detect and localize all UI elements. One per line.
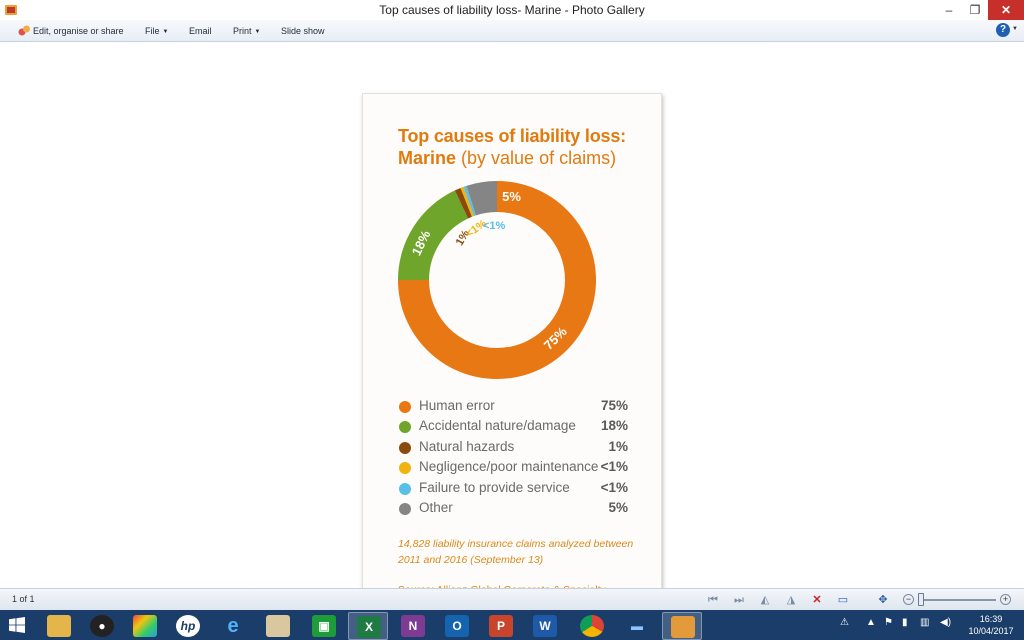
- legend-swatch: [399, 482, 411, 495]
- donut-chart: 75%18% 1%<1%<1%5%: [398, 181, 596, 379]
- file-explorer-icon[interactable]: [39, 612, 79, 640]
- legend-value: 5%: [608, 499, 628, 515]
- rotate-left-icon[interactable]: ◭: [757, 592, 773, 608]
- next-icon[interactable]: ⏭: [731, 592, 747, 608]
- control-bar: 1 of 1 ⏮ ⏭ ◭ ◮ ✕ ▭ ✥ − +: [0, 588, 1024, 610]
- legend-item-failure-to-provide-service: Failure to provide service <1%: [398, 478, 628, 498]
- zoom-slider-thumb[interactable]: [918, 593, 924, 606]
- clock-time: 16:39: [979, 614, 1003, 624]
- legend-label: Other: [419, 499, 453, 515]
- maximize-button[interactable]: ❐: [962, 0, 988, 20]
- legend-swatch: [399, 421, 411, 434]
- infographic-subtitle: Marine (by value of claims): [398, 148, 616, 169]
- legend-label: Accidental nature/damage: [419, 418, 576, 434]
- help-chevron-down-icon[interactable]: ▼: [1012, 26, 1018, 32]
- legend-label: Natural hazards: [419, 438, 515, 454]
- subtitle-rest: (by value of claims): [456, 148, 617, 168]
- email-menu[interactable]: Email: [189, 24, 212, 40]
- volume-icon[interactable]: ◀): [940, 617, 951, 628]
- print-menu-label: Print: [233, 26, 252, 36]
- legend-swatch: [399, 462, 411, 475]
- photo-viewer: Top causes of liability loss: Marine (by…: [0, 43, 1024, 621]
- chevron-down-icon: ▼: [162, 29, 169, 35]
- windows-logo-icon[interactable]: [9, 617, 25, 633]
- footnote: 14,828 liability insurance claims analyz…: [398, 538, 634, 566]
- legend-value: <1%: [600, 479, 628, 495]
- slideshow-icon[interactable]: ▭: [835, 592, 851, 608]
- chrome-icon[interactable]: [572, 612, 612, 640]
- scanner-icon[interactable]: ▬: [617, 612, 657, 640]
- edit-icon: [18, 25, 30, 36]
- zoom-slider-track[interactable]: [918, 599, 996, 601]
- infographic-image: Top causes of liability loss: Marine (by…: [362, 93, 662, 621]
- slice-label-failure-to-provide-service: <1%: [483, 220, 506, 232]
- webcam-icon[interactable]: ●: [82, 612, 122, 640]
- help-icon[interactable]: ?: [996, 23, 1010, 37]
- outlook-icon[interactable]: O: [437, 612, 477, 640]
- store-icon[interactable]: ▣: [304, 612, 344, 640]
- chart-legend: Human error 75% Accidental nature/damage 18…: [398, 396, 628, 518]
- network-icon[interactable]: ▥: [920, 617, 929, 628]
- legend-swatch: [399, 502, 411, 515]
- powerpoint-icon[interactable]: P: [481, 612, 521, 640]
- legend-value: 18%: [600, 418, 628, 434]
- hp-icon[interactable]: hp: [168, 612, 208, 640]
- flag-icon[interactable]: ⚑: [884, 617, 893, 628]
- onenote-icon[interactable]: N: [393, 612, 433, 640]
- legend-item-natural-hazards: Natural hazards 1%: [398, 437, 628, 457]
- slideshow-menu[interactable]: Slide show: [281, 24, 325, 40]
- actual-size-icon[interactable]: ✥: [875, 592, 891, 608]
- legend-swatch: [399, 401, 411, 413]
- delete-icon[interactable]: ✕: [809, 592, 825, 608]
- menu-bar: Edit, organise or share File ▼ Email Prin…: [0, 20, 1024, 42]
- rotate-right-icon[interactable]: ◮: [783, 592, 799, 608]
- legend-swatch: [399, 441, 411, 454]
- edit-label: Edit, organise or share: [33, 26, 124, 36]
- chevron-down-icon: ▼: [254, 29, 261, 35]
- taskbar: ● hp e ▣ X N O P W ▬ ⚠ ▲ ⚑ ▮ ▥ ◀) 16:39 …: [0, 610, 1024, 640]
- warning-icon[interactable]: ⚠: [840, 617, 849, 628]
- previous-icon[interactable]: ⏮: [705, 592, 721, 608]
- legend-value: 1%: [608, 438, 628, 454]
- battery-icon[interactable]: ▮: [902, 617, 908, 628]
- legend-item-accidental-nature-damage: Accidental nature/damage 18%: [398, 416, 628, 436]
- internet-explorer-icon[interactable]: e: [213, 612, 253, 640]
- zoom-out-button[interactable]: −: [903, 594, 914, 605]
- slice-label-other: 5%: [502, 189, 521, 204]
- tray-expand-icon[interactable]: ▲: [866, 617, 876, 628]
- print-menu[interactable]: Print ▼: [233, 24, 260, 40]
- page-count: 1 of 1: [12, 594, 35, 604]
- legend-label: Failure to provide service: [419, 479, 570, 495]
- photo-gallery-icon[interactable]: [662, 612, 702, 640]
- excel-icon[interactable]: X: [348, 612, 388, 640]
- legend-value: <1%: [600, 459, 628, 475]
- media-center-icon[interactable]: [125, 612, 165, 640]
- clock[interactable]: 16:39 10/04/2017: [966, 613, 1016, 637]
- clock-date: 10/04/2017: [968, 626, 1014, 636]
- paint-icon[interactable]: [258, 612, 298, 640]
- file-menu-label: File: [145, 26, 160, 36]
- minimize-button[interactable]: –: [936, 0, 962, 20]
- legend-value: 75%: [600, 398, 628, 413]
- window-title: Top causes of liability loss- Marine - P…: [379, 3, 645, 17]
- legend-label: Negligence/poor maintenance: [419, 459, 599, 475]
- legend-item-human-error: Human error 75%: [398, 396, 628, 416]
- legend-item-other: Other 5%: [398, 498, 628, 518]
- close-button[interactable]: ✕: [988, 0, 1024, 20]
- title-bar: Top causes of liability loss- Marine - P…: [0, 0, 1024, 20]
- file-menu[interactable]: File ▼: [145, 24, 168, 40]
- infographic-title: Top causes of liability loss:: [398, 126, 626, 146]
- legend-label: Human error: [419, 398, 495, 413]
- subtitle-bold: Marine: [398, 148, 457, 168]
- legend-item-negligence-poor-maintenance: Negligence/poor maintenance <1%: [398, 457, 628, 477]
- zoom-in-button[interactable]: +: [1000, 594, 1011, 605]
- word-icon[interactable]: W: [525, 612, 565, 640]
